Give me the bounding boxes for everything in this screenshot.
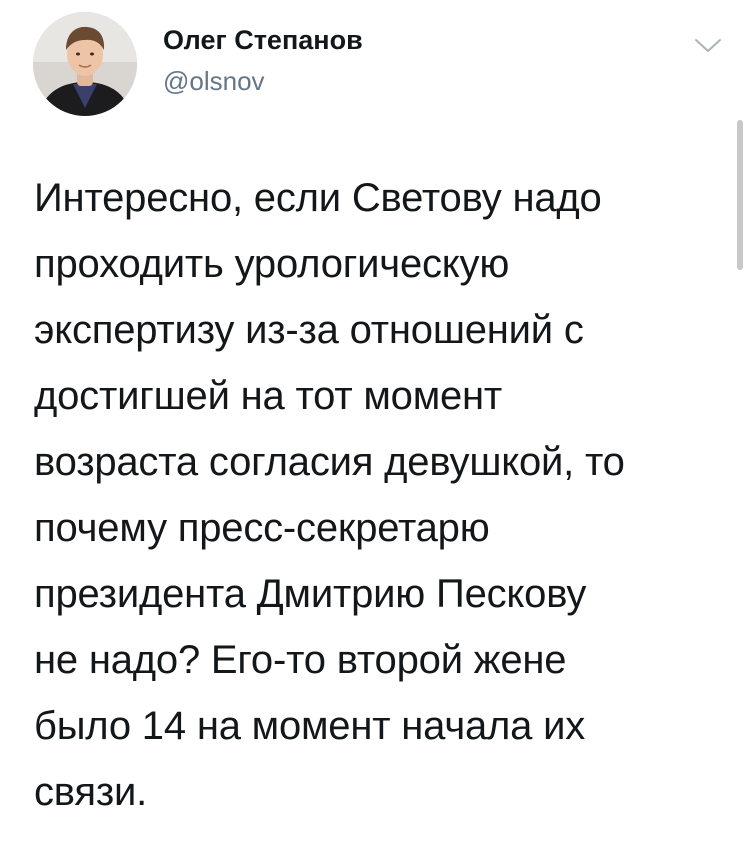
tweet-text-line: не надо? Его-то второй жене — [34, 638, 567, 682]
user-avatar-icon — [33, 12, 137, 116]
tweet-text-line: достигшей на тот момент — [34, 374, 503, 418]
tweet-text: Интересно, если Светову надо проходить у… — [34, 165, 724, 825]
tweet-text-line: экспертизу из-за отношений с — [34, 308, 584, 352]
tweet-text-line: связи. — [34, 770, 148, 814]
tweet-card: Олег Степанов @olsnov Интересно, если Св… — [0, 0, 750, 843]
tweet-text-line: было 14 на момент начала их — [34, 704, 586, 748]
tweet-text-line: почему пресс-секретарю — [34, 506, 490, 550]
tweet-text-line: проходить урологическую — [34, 242, 510, 286]
author-handle[interactable]: @olsnov — [163, 66, 265, 97]
tweet-text-line: возраста согласия девушкой, то — [34, 440, 625, 484]
scrollbar[interactable] — [737, 120, 743, 270]
avatar[interactable] — [33, 12, 137, 116]
chevron-down-icon[interactable] — [693, 36, 723, 56]
tweet-text-line: президента Дмитрию Пескову — [34, 572, 587, 616]
tweet-text-line: Интересно, если Светову надо — [34, 176, 602, 220]
author-name[interactable]: Олег Степанов — [163, 25, 363, 56]
